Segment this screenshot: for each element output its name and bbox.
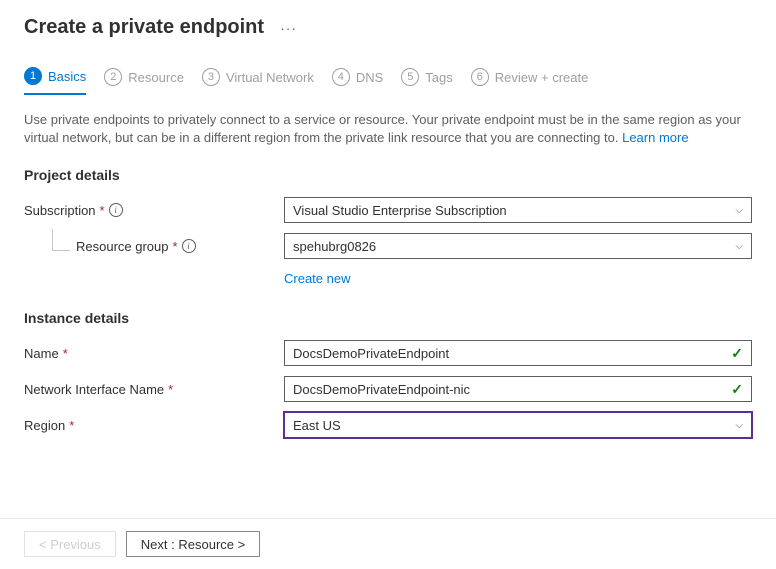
region-label: Region * (24, 418, 284, 433)
tab-label: Virtual Network (226, 70, 314, 85)
resource-group-value: spehubrg0826 (293, 239, 376, 254)
tab-label: Resource (128, 70, 184, 85)
required-star-icon: * (173, 239, 178, 254)
section-instance-details-title: Instance details (24, 310, 752, 326)
resource-group-select[interactable]: spehubrg0826 ⌵ (284, 233, 752, 259)
tab-number: 5 (401, 68, 419, 86)
subscription-select[interactable]: Visual Studio Enterprise Subscription ⌵ (284, 197, 752, 223)
nic-name-value: DocsDemoPrivateEndpoint-nic (293, 382, 470, 397)
check-icon: ✓ (731, 381, 743, 398)
field-subscription: Subscription * i Visual Studio Enterpris… (24, 197, 752, 223)
chevron-down-icon: ⌵ (735, 420, 743, 431)
name-value: DocsDemoPrivateEndpoint (293, 346, 449, 361)
info-icon[interactable]: i (182, 239, 196, 253)
tab-tags[interactable]: 5 Tags (401, 67, 452, 95)
field-resource-group: Resource group * i spehubrg0826 ⌵ (24, 233, 752, 259)
tab-virtual-network[interactable]: 3 Virtual Network (202, 67, 314, 95)
tab-number: 2 (104, 68, 122, 86)
subscription-label: Subscription * i (24, 203, 284, 218)
tab-label: DNS (356, 70, 383, 85)
region-select[interactable]: East US ⌵ (284, 412, 752, 438)
field-nic-name: Network Interface Name * DocsDemoPrivate… (24, 376, 752, 402)
page-title: Create a private endpoint (24, 16, 264, 39)
more-actions-icon[interactable]: ··· (280, 20, 297, 36)
chevron-down-icon: ⌵ (735, 241, 743, 252)
tab-label: Basics (48, 69, 86, 84)
tab-number: 1 (24, 67, 42, 85)
check-icon: ✓ (731, 345, 743, 362)
learn-more-link[interactable]: Learn more (622, 130, 688, 145)
info-icon[interactable]: i (109, 203, 123, 217)
tab-basics[interactable]: 1 Basics (24, 67, 86, 95)
nic-name-input[interactable]: DocsDemoPrivateEndpoint-nic ✓ (284, 376, 752, 402)
chevron-down-icon: ⌵ (735, 205, 743, 216)
nic-name-label: Network Interface Name * (24, 382, 284, 397)
tab-label: Tags (425, 70, 452, 85)
tab-number: 3 (202, 68, 220, 86)
region-value: East US (293, 418, 341, 433)
wizard-footer: < Previous Next : Resource > (0, 518, 776, 569)
field-region: Region * East US ⌵ (24, 412, 752, 438)
create-new-resource-group-link[interactable]: Create new (284, 271, 350, 286)
tab-label: Review + create (495, 70, 589, 85)
field-name: Name * DocsDemoPrivateEndpoint ✓ (24, 340, 752, 366)
previous-button: < Previous (24, 531, 116, 557)
required-star-icon: * (168, 382, 173, 397)
content-area: Use private endpoints to privately conne… (0, 95, 776, 438)
name-input[interactable]: DocsDemoPrivateEndpoint ✓ (284, 340, 752, 366)
tab-description: Use private endpoints to privately conne… (24, 111, 752, 147)
subscription-value: Visual Studio Enterprise Subscription (293, 203, 507, 218)
section-project-details-title: Project details (24, 167, 752, 183)
wizard-tabs: 1 Basics 2 Resource 3 Virtual Network 4 … (0, 49, 776, 95)
tab-review-create[interactable]: 6 Review + create (471, 67, 589, 95)
tab-resource[interactable]: 2 Resource (104, 67, 184, 95)
next-button[interactable]: Next : Resource > (126, 531, 260, 557)
tab-number: 6 (471, 68, 489, 86)
tree-connector-icon (52, 229, 70, 251)
tab-number: 4 (332, 68, 350, 86)
resource-group-label: Resource group * i (24, 239, 284, 254)
name-label: Name * (24, 346, 284, 361)
required-star-icon: * (63, 346, 68, 361)
required-star-icon: * (100, 203, 105, 218)
page-header: Create a private endpoint ··· (0, 0, 776, 49)
required-star-icon: * (69, 418, 74, 433)
tab-dns[interactable]: 4 DNS (332, 67, 383, 95)
